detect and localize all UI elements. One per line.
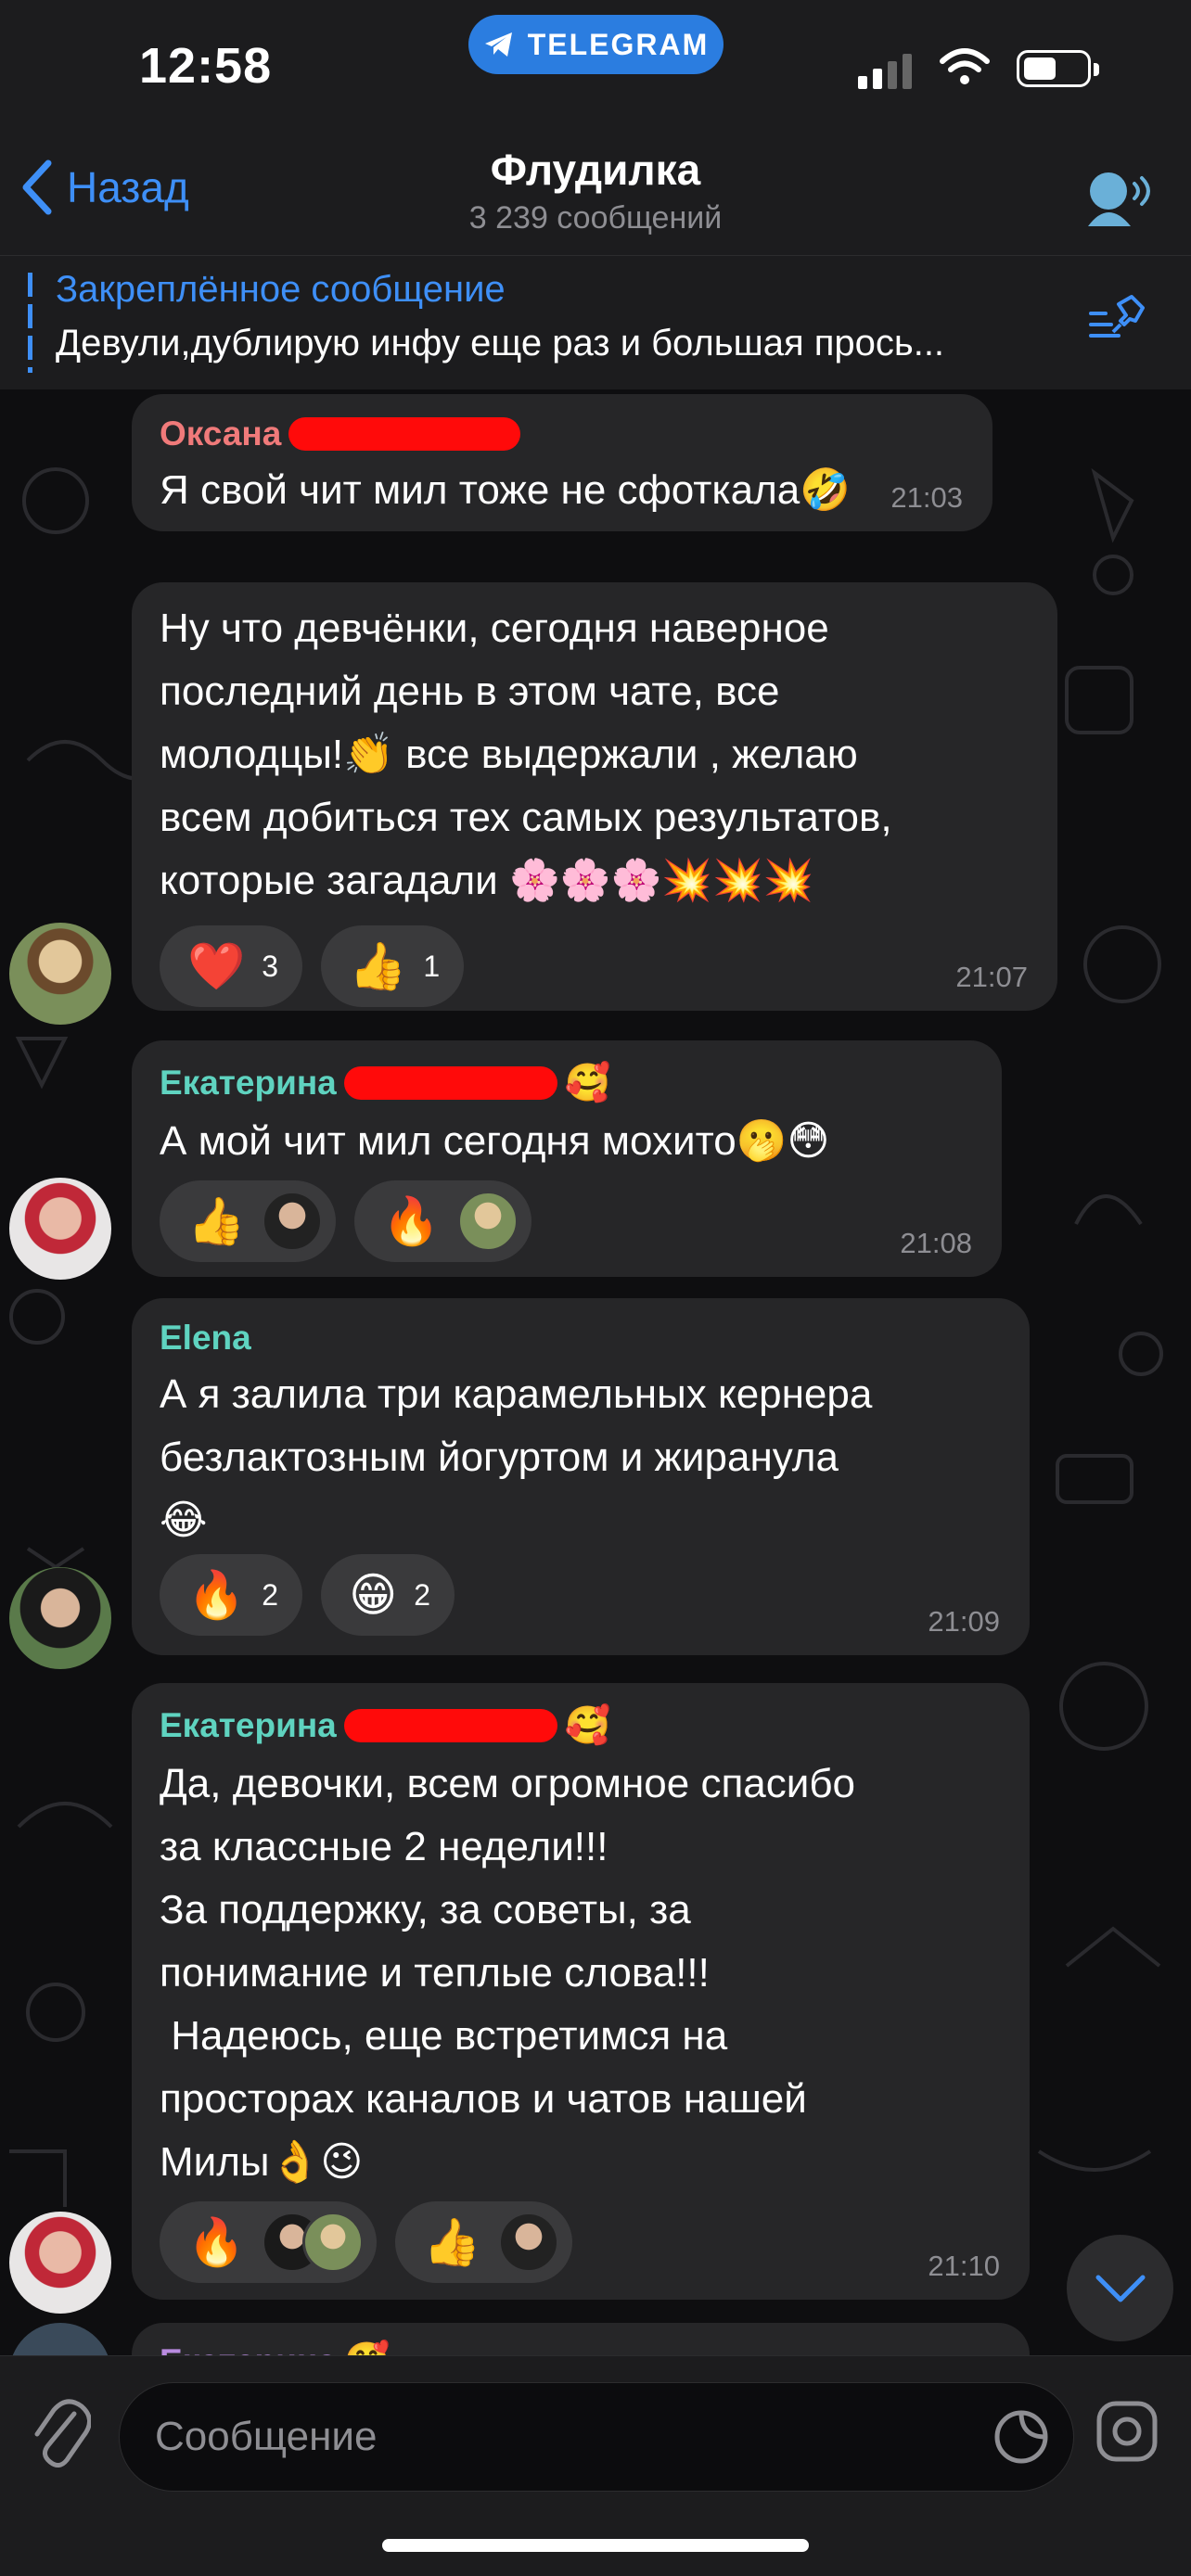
scroll-to-bottom-button[interactable] bbox=[1067, 2235, 1173, 2341]
message-text: Ну что девчёнки, сегодня наверное послед… bbox=[160, 606, 892, 903]
message-bubble[interactable]: Ну что девчёнки, сегодня наверное послед… bbox=[132, 582, 1057, 1011]
message-bubble[interactable]: Оксана Я свой чит мил тоже не сфоткала🤣 … bbox=[132, 394, 992, 531]
reactions: 🔥 2 😁 2 bbox=[160, 1554, 1002, 1636]
message-text: Да, девочки, всем огромное спасибо за кл… bbox=[160, 1761, 855, 2185]
thumbs-up-icon: 👍 bbox=[187, 1195, 246, 1247]
message-bubble[interactable]: Elena А я залила три карамельных кернера… bbox=[132, 1298, 1030, 1655]
pinned-text: Девули,дублирую инфу еще раз и большая п… bbox=[56, 323, 945, 363]
redaction bbox=[343, 1065, 557, 1100]
thumbs-up-icon: 👍 bbox=[349, 940, 407, 992]
battery-icon bbox=[1017, 50, 1099, 87]
message-placeholder: Сообщение bbox=[155, 2414, 378, 2459]
reactor-avatar bbox=[497, 2212, 559, 2273]
telegram-pill-label: TELEGRAM bbox=[527, 27, 710, 61]
reaction-fire[interactable]: 🔥 2 bbox=[160, 1554, 303, 1636]
chat-subtitle: 3 239 сообщений bbox=[468, 200, 723, 236]
reactor-avatar bbox=[302, 2212, 365, 2273]
reactor-avatar bbox=[262, 1191, 324, 1252]
reaction-thumbs-up[interactable]: 👍 bbox=[395, 2201, 572, 2283]
sender-label: Оксана bbox=[160, 414, 282, 453]
sender-name[interactable]: Elena bbox=[160, 1319, 1002, 1358]
reactions: 🔥 👍 bbox=[160, 2201, 1002, 2283]
pinned-indicator bbox=[28, 273, 32, 373]
message-bubble[interactable]: Екатерина 🥰 Да, девочки, всем огромное с… bbox=[132, 1683, 1030, 2300]
sender-label: Elena bbox=[160, 1319, 251, 1357]
sender-name[interactable]: Екатерина 🥰 bbox=[160, 1061, 974, 1104]
reaction-count: 3 bbox=[262, 949, 279, 983]
reaction-heart[interactable]: ❤️ 3 bbox=[160, 925, 303, 1007]
reactor-avatars bbox=[262, 2212, 365, 2273]
telegram-pill[interactable]: TELEGRAM bbox=[468, 15, 724, 74]
pinned-list-icon[interactable] bbox=[1087, 293, 1146, 345]
sender-name[interactable]: Екатерина 🥰 bbox=[160, 1703, 1002, 1747]
message-text: А мой чит мил сегодня мохито🫢😳 bbox=[160, 1118, 830, 1164]
redaction bbox=[288, 417, 521, 451]
avatar[interactable] bbox=[9, 1567, 111, 1669]
chevron-down-icon bbox=[1095, 2275, 1145, 2302]
avatar[interactable] bbox=[9, 1178, 111, 1280]
grin-icon: 😁 bbox=[349, 1569, 398, 1621]
signal-icon bbox=[858, 52, 912, 89]
message-time: 21:09 bbox=[928, 1605, 1000, 1638]
telegram-icon bbox=[484, 32, 512, 57]
status-bar: 12:58 TELEGRAM bbox=[0, 0, 1191, 139]
message-text: Я свой чит мил тоже не сфоткала🤣 bbox=[160, 467, 851, 513]
message-text: А я залила три карамельных кернера безла… bbox=[160, 1371, 873, 1543]
avatar[interactable] bbox=[9, 923, 111, 1025]
sender-emoji: 🥰 bbox=[564, 1063, 611, 1103]
sticker-icon[interactable] bbox=[992, 2407, 1051, 2467]
telegram-chat-screen: 12:58 TELEGRAM Назад Флудилка 3 239 сооб… bbox=[0, 0, 1191, 2576]
fire-icon: 🔥 bbox=[187, 2216, 246, 2268]
sender-emoji: 🥰 bbox=[564, 1705, 611, 1746]
reaction-thumbs-up[interactable]: 👍 bbox=[160, 1180, 337, 1262]
reactions: ❤️ 3 👍 1 bbox=[160, 925, 1030, 1007]
wifi-icon bbox=[940, 48, 990, 84]
chat-avatar-icon[interactable] bbox=[1081, 163, 1160, 230]
reaction-grin[interactable]: 😁 2 bbox=[321, 1554, 455, 1636]
reaction-thumbs-up[interactable]: 👍 1 bbox=[321, 925, 465, 1007]
reaction-count: 1 bbox=[423, 949, 441, 983]
reaction-fire[interactable]: 🔥 bbox=[160, 2201, 378, 2283]
message-time: 21:03 bbox=[890, 481, 963, 514]
pinned-title: Закреплённое сообщение bbox=[56, 269, 506, 310]
fire-icon: 🔥 bbox=[187, 1569, 246, 1621]
avatar[interactable] bbox=[9, 2212, 111, 2314]
reactions: 👍 🔥 bbox=[160, 1180, 974, 1262]
thumbs-up-icon: 👍 bbox=[423, 2216, 481, 2268]
fire-icon: 🔥 bbox=[382, 1195, 441, 1247]
message-time: 21:08 bbox=[900, 1227, 972, 1259]
camera-icon[interactable] bbox=[1095, 2399, 1159, 2464]
pinned-message-bar[interactable]: Закреплённое сообщение Девули,дублирую и… bbox=[0, 255, 1191, 389]
reaction-fire[interactable]: 🔥 bbox=[354, 1180, 531, 1262]
reactor-avatar bbox=[456, 1191, 519, 1252]
chat-header: Назад Флудилка 3 239 сообщений bbox=[0, 139, 1191, 255]
home-indicator[interactable] bbox=[382, 2539, 809, 2552]
paperclip-icon[interactable] bbox=[30, 2397, 91, 2471]
sender-label: Екатерина bbox=[160, 1063, 337, 1102]
message-input[interactable]: Сообщение bbox=[119, 2382, 1074, 2492]
reaction-count: 2 bbox=[414, 1577, 430, 1612]
message-time: 21:07 bbox=[955, 961, 1028, 993]
heart-icon: ❤️ bbox=[187, 940, 246, 992]
chat-title[interactable]: Флудилка bbox=[0, 145, 1191, 195]
status-time: 12:58 bbox=[139, 38, 273, 94]
sender-label: Екатерина bbox=[160, 1705, 337, 1744]
message-bubble[interactable]: Екатерина 🥰 А мой чит мил сегодня мохито… bbox=[132, 1040, 1002, 1277]
sender-name[interactable]: Оксана bbox=[160, 414, 965, 453]
redaction bbox=[343, 1708, 557, 1742]
message-time: 21:10 bbox=[928, 2250, 1000, 2282]
reaction-count: 2 bbox=[262, 1577, 279, 1612]
